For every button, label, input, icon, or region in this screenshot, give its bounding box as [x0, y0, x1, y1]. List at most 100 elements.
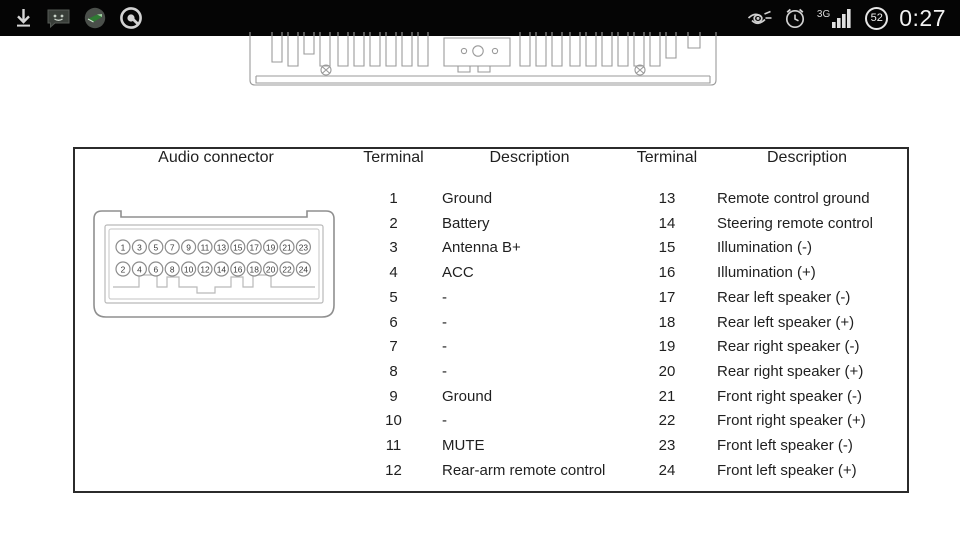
terminal-number: 4 [389, 264, 398, 282]
connector-pin-number: 2 [121, 264, 126, 274]
head-unit-rear-illustration [248, 32, 718, 90]
eye-icon [747, 10, 773, 26]
header-audio-connector: Audio connector [158, 149, 274, 166]
pinout-table-element: Audio connector Terminal Description Ter… [75, 149, 909, 491]
signal-strength-3g-icon: 3G [817, 8, 854, 28]
terminal-description: Rear left speaker (-) [717, 288, 851, 306]
connector-pin-number: 3 [137, 242, 142, 252]
terminal-number: 18 [658, 313, 676, 331]
connector-pin-number: 18 [250, 264, 260, 274]
sms-message-icon[interactable] [47, 9, 70, 28]
terminal-description: Antenna B+ [442, 239, 521, 257]
document-page: Audio connector Terminal Description Ter… [0, 32, 960, 540]
terminal-description: ACC [442, 264, 474, 282]
header-terminal-right: Terminal [636, 149, 698, 166]
connector-pin-number: 22 [282, 264, 292, 274]
terminal-description: Front left speaker (-) [717, 437, 853, 455]
terminal-number-list-right: 13 14 15 16 17 18 19 20 21 22 23 24 [629, 187, 705, 483]
connector-bottom-pin-row: 2 4 6 8 10 12 14 16 18 20 22 24 [115, 261, 311, 277]
terminal-description: Front left speaker (+) [717, 461, 857, 479]
terminal-number: 2 [389, 214, 398, 232]
terminal-description: Rear left speaker (+) [717, 313, 855, 331]
connector-pin-number: 1 [121, 242, 126, 252]
terminal-description: Ground [442, 387, 493, 405]
cell-connector-illustration: 1 3 5 7 9 11 13 15 17 19 21 23 2 4 6 8 10 12 14 16 18 20 22 24 [75, 187, 357, 491]
terminal-number: 22 [658, 412, 676, 430]
connector-pin-number: 24 [299, 264, 309, 274]
connector-pin-number: 6 [153, 264, 158, 274]
terminal-description: Ground [442, 190, 493, 207]
battery-status-badge: 52 [865, 6, 889, 30]
table-body-row: 1 3 5 7 9 11 13 15 17 19 21 23 2 4 6 8 10 12 14 16 18 20 22 24… [75, 187, 909, 491]
terminal-number: 21 [658, 387, 676, 405]
terminal-number: 14 [658, 214, 676, 232]
green-app-icon[interactable] [84, 7, 106, 29]
connector-pin-number: 5 [153, 242, 158, 252]
connector-pin-number: 4 [137, 264, 142, 274]
terminal-number: 3 [389, 239, 398, 257]
terminal-number: 1 [389, 190, 398, 207]
cell-terminals-right: 13 14 15 16 17 18 19 20 21 22 23 24 [629, 187, 705, 491]
connector-pin-number: 19 [266, 242, 276, 252]
cell-descriptions-right: Remote control ground Steering remote con… [705, 187, 909, 491]
terminal-number: 17 [658, 288, 676, 306]
header-description-right: Description [766, 149, 848, 166]
terminal-number: 7 [389, 338, 398, 356]
terminal-number: 10 [385, 412, 402, 430]
terminal-number: 6 [389, 313, 398, 331]
pinout-table-head: Audio connector Terminal Description Ter… [75, 149, 909, 187]
terminal-description: - [442, 362, 447, 380]
terminal-description: - [442, 288, 447, 306]
connector-pin-number: 17 [250, 242, 260, 252]
table-header-row: Audio connector Terminal Description Ter… [75, 149, 909, 187]
terminal-description: Front right speaker (-) [717, 387, 863, 405]
terminal-description: - [442, 338, 447, 356]
terminal-number: 20 [658, 362, 676, 380]
terminal-number: 23 [658, 437, 676, 455]
audio-connector-pinout-table: Audio connector Terminal Description Ter… [73, 147, 909, 493]
status-bar-notification-icons[interactable] [14, 7, 142, 29]
connector-pin-number: 23 [299, 242, 309, 252]
terminal-description: - [442, 313, 447, 331]
pinout-table-body: 1 3 5 7 9 11 13 15 17 19 21 23 2 4 6 8 10 12 14 16 18 20 22 24… [75, 187, 909, 491]
alarm-clock-icon [784, 7, 806, 29]
terminal-description: Front right speaker (+) [717, 412, 866, 430]
terminal-description: MUTE [442, 437, 485, 455]
connector-pin-number: 14 [217, 264, 227, 274]
header-description-left: Description [489, 149, 570, 166]
connector-pin-number: 10 [184, 264, 194, 274]
description-list-right: Remote control ground Steering remote con… [705, 187, 909, 483]
terminal-description: Illumination (+) [717, 264, 816, 282]
terminal-number: 5 [389, 288, 398, 306]
status-bar[interactable]: 3G 52 0:27 [0, 0, 960, 36]
connector-pin-number: 7 [170, 242, 175, 252]
terminal-description: Rear-arm remote control [442, 461, 606, 479]
status-bar-system-icons[interactable]: 3G 52 0:27 [747, 5, 946, 32]
terminal-description: Rear right speaker (-) [717, 338, 860, 356]
cell-descriptions-left: Ground Battery Antenna B+ ACC - - - - Ground - MUT… [430, 187, 629, 491]
connector-pin-number: 13 [217, 242, 227, 252]
terminal-number: 19 [658, 338, 676, 356]
network-type-label: 3G [816, 9, 831, 20]
terminal-number: 11 [385, 437, 402, 455]
terminal-number: 16 [658, 264, 676, 282]
description-list-left: Ground Battery Antenna B+ ACC - - - - Ground - MUT… [430, 187, 629, 483]
circle-app-icon[interactable] [120, 7, 142, 29]
connector-top-pin-row: 1 3 5 7 9 11 13 15 17 19 21 23 [115, 239, 311, 255]
connector-pin-diagram: 1 3 5 7 9 11 13 15 17 19 21 23 2 4 6 8 10 12 14 16 18 20 22 24 [91, 205, 337, 323]
terminal-number: 24 [658, 461, 676, 479]
connector-pin-number: 11 [201, 242, 210, 252]
connector-pin-number: 16 [233, 264, 243, 274]
terminal-description: Steering remote control [717, 214, 873, 232]
status-bar-clock: 0:27 [899, 4, 946, 31]
connector-pin-number: 15 [233, 242, 243, 252]
connector-pin-number: 21 [282, 242, 292, 252]
terminal-number: 8 [389, 362, 398, 380]
download-icon[interactable] [14, 8, 33, 28]
terminal-description: Rear right speaker (+) [717, 362, 864, 380]
connector-pin-number: 20 [266, 264, 276, 274]
terminal-description: Remote control ground [717, 190, 870, 207]
terminal-number: 13 [658, 190, 676, 207]
terminal-description: Illumination (-) [717, 239, 813, 257]
connector-pin-number: 8 [170, 264, 175, 274]
